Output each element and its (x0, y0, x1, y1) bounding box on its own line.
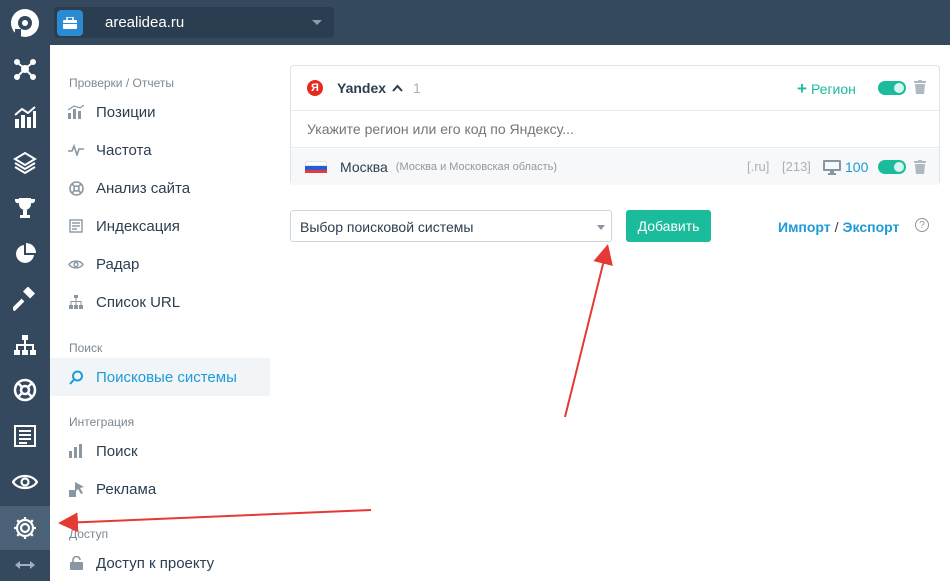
nav-network-icon[interactable] (0, 47, 50, 91)
chevron-down-icon (312, 20, 322, 25)
region-city-detail: (Москва и Московская область) (395, 161, 558, 173)
sidebar-item-indexing[interactable]: Индексация (50, 207, 270, 245)
search-engine-select[interactable]: Выбор поисковой системы (290, 210, 612, 242)
plus-icon: + (797, 79, 807, 98)
nav-trophy-icon[interactable] (0, 186, 50, 230)
region-enabled-toggle[interactable] (878, 160, 906, 174)
nav-layers-icon[interactable] (0, 141, 50, 185)
document-icon (68, 218, 84, 234)
region-city: Москва (340, 159, 388, 175)
section-search-heading: Поиск (69, 341, 103, 355)
sidebar-item-label: Радар (96, 255, 140, 273)
nav-pie-chart-icon[interactable] (0, 232, 50, 276)
project-selector[interactable]: arealidea.ru (54, 7, 334, 38)
sidebar-item-integration-search[interactable]: Поиск (50, 432, 270, 470)
main-content: Я Yandex 1 +Регион Москва (Москва и Моск… (270, 45, 950, 581)
chevron-up-icon[interactable] (392, 79, 403, 97)
engine-card-header: Я Yandex 1 + Регион (291, 66, 939, 110)
sidebar-item-label: Поиск (96, 442, 138, 460)
sidebar-item-search-engines[interactable]: Поисковые системы (50, 358, 270, 396)
briefcase-icon (57, 9, 83, 36)
eye-icon (68, 256, 84, 272)
bar-chart-icon (68, 443, 84, 459)
device-depth-value[interactable]: 100 (845, 159, 868, 175)
project-name: arealidea.ru (105, 14, 185, 31)
sidebar-item-ads[interactable]: Реклама (50, 470, 270, 508)
russia-flag-icon (305, 161, 327, 173)
sitemap-icon (68, 294, 84, 310)
help-icon[interactable]: ? (915, 218, 929, 232)
sidebar-item-url-list[interactable]: Список URL (50, 283, 270, 321)
region-row: Москва (Москва и Московская область) [.r… (291, 149, 939, 185)
engine-enabled-toggle[interactable] (878, 81, 906, 95)
expand-arrows-icon[interactable] (0, 550, 50, 580)
pulse-icon (68, 142, 84, 158)
sidebar-item-label: Частота (96, 141, 152, 159)
nav-gear-icon[interactable] (0, 506, 50, 550)
desktop-monitor-icon (823, 160, 841, 180)
sidebar-item-label: Поисковые системы (96, 368, 237, 386)
link-separator: / (834, 219, 839, 235)
sidebar-item-positions[interactable]: Позиции (50, 93, 270, 131)
import-link[interactable]: Импорт (778, 219, 831, 235)
sidebar-item-project-access[interactable]: Доступ к проекту (50, 544, 270, 582)
section-checks-heading: Проверки / Отчеты (69, 76, 174, 90)
sidebar-item-label: Анализ сайта (96, 179, 191, 197)
region-domain: [.ru] (747, 159, 770, 174)
nav-report-icon[interactable] (0, 414, 50, 458)
nav-analytics-icon[interactable] (0, 95, 50, 139)
search-icon (68, 369, 84, 385)
add-engine-button[interactable]: Добавить (626, 210, 711, 242)
sidebar-item-site-analysis[interactable]: Анализ сайта (50, 169, 270, 207)
sidebar-item-label: Доступ к проекту (96, 554, 215, 572)
sidebar-item-frequency[interactable]: Частота (50, 131, 270, 169)
sidebar-item-label: Индексация (96, 217, 180, 235)
trash-icon[interactable] (914, 160, 926, 179)
region-count: 1 (413, 80, 421, 96)
chevron-down-icon (597, 225, 605, 230)
settings-sidebar: Проверки / Отчеты Позиции Частота Анализ… (50, 45, 270, 581)
lifebuoy-icon (68, 180, 84, 196)
bar-chart-icon (68, 104, 84, 120)
lock-icon (68, 555, 84, 571)
nav-sitemap-icon[interactable] (0, 323, 50, 367)
import-export-links: Импорт / Экспорт (778, 219, 899, 235)
section-integration-heading: Интеграция (69, 415, 135, 429)
ads-icon (68, 481, 84, 497)
sidebar-item-label: Реклама (96, 480, 157, 498)
app-logo-icon[interactable] (0, 0, 50, 45)
section-access-heading: Доступ (69, 527, 109, 541)
nav-hammer-icon[interactable] (0, 277, 50, 321)
search-engine-select-value: Выбор поисковой системы (300, 219, 474, 235)
export-link[interactable]: Экспорт (843, 219, 900, 235)
nav-eye-icon[interactable] (0, 460, 50, 504)
top-bar: arealidea.ru (0, 0, 950, 45)
engine-name[interactable]: Yandex (337, 80, 386, 96)
add-region-button[interactable]: + Регион (797, 79, 856, 99)
nav-lifebuoy-icon[interactable] (0, 368, 50, 412)
search-engine-card: Я Yandex 1 +Регион Москва (Москва и Моск… (290, 65, 940, 185)
sidebar-item-label: Список URL (96, 293, 181, 311)
trash-icon[interactable] (914, 80, 926, 99)
sidebar-item-label: Позиции (96, 103, 156, 121)
sidebar-item-radar[interactable]: Радар (50, 245, 270, 283)
add-region-label: Регион (810, 81, 856, 97)
icon-nav-bar (0, 45, 50, 581)
region-search-input[interactable] (291, 110, 939, 148)
yandex-logo-icon: Я (307, 80, 323, 96)
region-code: [213] (782, 159, 811, 174)
